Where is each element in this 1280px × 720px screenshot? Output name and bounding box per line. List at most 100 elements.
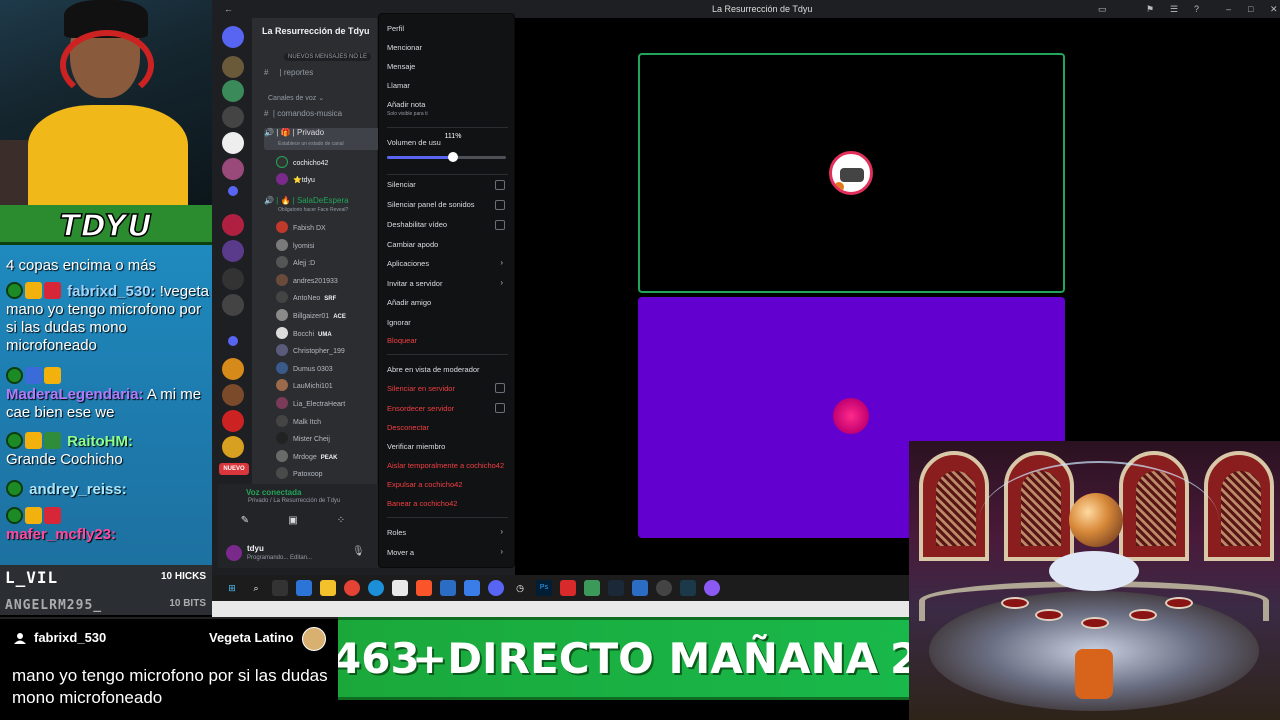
app-icon[interactable] <box>632 580 648 596</box>
menu-item-desconectar[interactable]: Desconectar <box>387 423 429 432</box>
taskview-icon[interactable] <box>272 580 288 596</box>
menu-item-bloquear[interactable]: Bloquear <box>387 336 417 345</box>
server-icon[interactable] <box>222 132 244 154</box>
voice-member[interactable]: ⭐tdyu <box>276 173 315 185</box>
menu-item-llamar[interactable]: Llamar <box>387 81 410 90</box>
video-checkbox[interactable] <box>495 220 505 230</box>
new-badge[interactable]: NUEVO <box>219 463 249 475</box>
menu-item-silenciar[interactable]: Silenciar <box>387 180 416 189</box>
voice-member[interactable]: Lia_ElectraHeart <box>276 397 345 409</box>
menu-item-mover[interactable]: Mover a <box>387 548 414 557</box>
camera-icon[interactable]: ✎ <box>232 512 258 530</box>
server-icon[interactable] <box>222 268 244 290</box>
voice-member[interactable]: Fabish DX <box>276 221 326 233</box>
voice-channel-path[interactable]: Privado / La Resurrección de Tdyu <box>248 498 340 504</box>
server-icon[interactable] <box>222 26 244 48</box>
close-icon[interactable]: ✕ <box>1270 4 1280 14</box>
start-icon[interactable]: ⊞ <box>224 580 240 596</box>
pin-icon[interactable]: ⚑ <box>1146 4 1156 14</box>
app-icon[interactable] <box>464 580 480 596</box>
chrome-icon[interactable] <box>344 580 360 596</box>
volume-slider[interactable] <box>387 152 506 162</box>
menu-item-anadir-nota[interactable]: Añadir nota <box>387 100 425 109</box>
microphone-icon[interactable]: 🎙 <box>352 546 365 557</box>
members-icon[interactable]: ☰ <box>1170 4 1180 14</box>
menu-item-anadir-amigo[interactable]: Añadir amigo <box>387 298 431 307</box>
server-icon[interactable] <box>222 80 244 102</box>
server-icon[interactable] <box>222 106 244 128</box>
soundboard-checkbox[interactable] <box>495 200 505 210</box>
menu-item-aislar[interactable]: Aislar temporalmente a cochicho42 <box>387 461 504 470</box>
channel-sala[interactable]: 🔊 | 🔥 | SalaDeEspera <box>264 196 349 205</box>
app-icon[interactable] <box>560 580 576 596</box>
menu-item-banear[interactable]: Banear a cochicho42 <box>387 499 457 508</box>
clock-icon[interactable]: ◷ <box>512 580 528 596</box>
menu-item-invitar[interactable]: Invitar a servidor <box>387 279 442 288</box>
obs-icon[interactable] <box>656 580 672 596</box>
server-icon[interactable] <box>222 56 244 78</box>
menu-item-perfil[interactable]: Perfil <box>387 24 404 33</box>
channel-music[interactable]: # | comandos-musica <box>264 109 342 118</box>
menu-item-roles[interactable]: Roles <box>387 528 406 537</box>
voice-member[interactable]: Mrdoge PEAK <box>276 449 337 462</box>
app-icon[interactable] <box>704 580 720 596</box>
store-icon[interactable] <box>392 580 408 596</box>
server-deafen-checkbox[interactable] <box>495 403 505 413</box>
menu-item-expulsar[interactable]: Expulsar a cochicho42 <box>387 480 462 489</box>
server-icon[interactable] <box>222 240 244 262</box>
voice-member[interactable]: Bocchi UMA <box>276 326 332 339</box>
menu-item-silenciar-panel[interactable]: Silenciar panel de sonidos <box>387 200 475 209</box>
menu-item-vista-moderador[interactable]: Abre en vista de moderador <box>387 365 480 374</box>
server-icon[interactable] <box>222 294 244 316</box>
voice-member[interactable]: Alejj :D <box>276 256 315 269</box>
menu-item-cambiar-apodo[interactable]: Cambiar apodo <box>387 240 438 249</box>
steam-icon[interactable] <box>608 580 624 596</box>
inbox-icon[interactable]: ▭ <box>1098 4 1108 14</box>
photoshop-icon[interactable]: Ps <box>536 580 552 596</box>
activities-icon[interactable]: ⁘ <box>328 512 354 530</box>
voice-member[interactable]: Christopher_199 <box>276 344 345 357</box>
server-icon[interactable] <box>222 358 244 380</box>
maximize-icon[interactable]: □ <box>1248 4 1258 14</box>
voice-member[interactable]: lyomisi <box>276 238 314 251</box>
voice-member[interactable]: LauMichi101 <box>276 379 333 392</box>
folder-icon[interactable] <box>320 580 336 596</box>
back-icon[interactable]: ← <box>224 4 234 14</box>
photos-icon[interactable] <box>440 580 456 596</box>
voice-member[interactable]: cochicho42 <box>276 156 328 168</box>
server-icon[interactable] <box>222 384 244 406</box>
app-icon[interactable] <box>680 580 696 596</box>
user-avatar[interactable] <box>226 545 242 561</box>
app-icon[interactable] <box>584 580 600 596</box>
server-icon[interactable] <box>222 214 244 236</box>
server-icon[interactable] <box>222 436 244 458</box>
menu-item-silenciar-servidor[interactable]: Silenciar en servidor <box>387 384 455 393</box>
menu-item-ensordecer[interactable]: Ensordecer servidor <box>387 404 454 413</box>
server-icon[interactable] <box>222 410 244 432</box>
voice-category[interactable]: Canales de voz ⌄ <box>268 94 324 102</box>
folder-icon[interactable] <box>228 186 238 196</box>
search-icon[interactable]: ⌕ <box>248 580 264 596</box>
menu-item-deshabilitar-video[interactable]: Deshabilitar vídeo <box>387 220 447 229</box>
voice-member[interactable]: Dumus 0303 <box>276 361 333 374</box>
help-icon[interactable]: ? <box>1194 4 1204 14</box>
volume-handle[interactable] <box>448 152 459 162</box>
voice-member[interactable]: andres201933 <box>276 273 338 286</box>
server-mute-checkbox[interactable] <box>495 383 505 393</box>
server-name[interactable]: La Resurrección de Tdyu <box>262 26 370 36</box>
menu-item-verificar[interactable]: Verificar miembro <box>387 442 445 451</box>
silenciar-checkbox[interactable] <box>495 180 505 190</box>
minimize-icon[interactable]: – <box>1226 4 1236 14</box>
screen-share-icon[interactable]: ▣ <box>280 512 306 530</box>
menu-item-mensaje[interactable]: Mensaje <box>387 62 415 71</box>
folder-icon[interactable] <box>228 336 238 346</box>
voice-member[interactable]: Billgaizer01 ACE <box>276 309 346 321</box>
discord-icon[interactable] <box>488 580 504 596</box>
new-messages-bar[interactable]: NUEVOS MENSAJES NO LE <box>284 53 372 61</box>
menu-item-ignorar[interactable]: Ignorar <box>387 318 411 327</box>
channel-reportes[interactable]: # | reportes <box>264 68 313 77</box>
copilot-icon[interactable] <box>296 580 312 596</box>
voice-member[interactable]: Malk Itch <box>276 414 321 427</box>
brave-icon[interactable] <box>416 580 432 596</box>
menu-item-mencionar[interactable]: Mencionar <box>387 43 422 52</box>
